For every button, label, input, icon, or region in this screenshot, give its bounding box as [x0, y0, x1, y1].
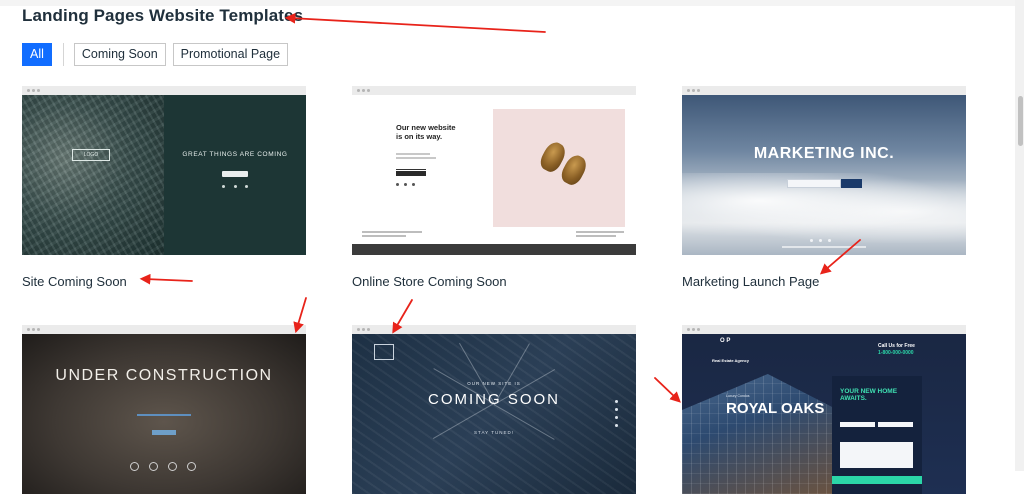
filter-chips: All Coming Soon Promotional Page — [22, 43, 289, 66]
preview-footer-right — [576, 231, 626, 239]
preview-footer-left — [362, 231, 432, 239]
template-thumbnail[interactable]: UNDER CONSTRUCTION — [22, 334, 306, 494]
template-thumbnail[interactable]: Our new website is on its way. — [352, 95, 636, 255]
browser-bar — [22, 86, 306, 95]
shoes-photo — [493, 109, 625, 227]
preview-heading: MARKETING INC. — [753, 145, 895, 162]
building-photo — [682, 374, 838, 494]
preview-social-icons — [222, 185, 248, 188]
card-title[interactable]: Online Store Coming Soon — [352, 274, 636, 289]
preview-heading: UNDER CONSTRUCTION — [55, 367, 273, 384]
preview-logo — [374, 344, 394, 360]
preview-button — [222, 171, 248, 177]
preview-footer-bar — [352, 244, 636, 255]
template-thumbnail[interactable]: LOGO GREAT THINGS ARE COMING — [22, 95, 306, 255]
preview-name-field — [840, 422, 875, 427]
scrollbar-thumb[interactable] — [1018, 96, 1023, 146]
preview-heading: COMING SOON — [427, 391, 560, 408]
right-panel: GREAT THINGS ARE COMING — [164, 95, 306, 255]
card-title[interactable]: Marketing Launch Page — [682, 274, 966, 289]
preview-phone: 1-800-000-0000 — [878, 350, 914, 356]
preview-submit-button — [832, 476, 922, 484]
browser-bar — [352, 86, 636, 95]
browser-bar — [352, 325, 636, 334]
preview-social-icons — [130, 462, 196, 471]
preview-button — [841, 179, 862, 188]
scrollbar-track[interactable] — [1015, 0, 1024, 471]
preview-social-icons — [615, 400, 618, 427]
preview-social-icons — [810, 239, 831, 242]
preview-form-heading: YOUR NEW HOME AWAITS. — [840, 388, 898, 402]
template-thumbnail[interactable]: OUR NEW SITE IS COMING SOON STAY TUNED! — [352, 334, 636, 494]
preview-subheading: OUR NEW SITE IS — [467, 381, 521, 386]
filter-all[interactable]: All — [22, 43, 52, 66]
preview-message-field — [840, 442, 913, 468]
template-thumbnail[interactable]: MARKETING INC. — [682, 95, 966, 255]
browser-bar — [682, 325, 966, 334]
template-thumbnail[interactable]: O P Real Estate Agency Call Us for Free … — [682, 334, 966, 494]
texture-photo — [22, 95, 164, 255]
card-title[interactable]: Site Coming Soon — [22, 274, 306, 289]
preview-agency-name: Real Estate Agency — [712, 358, 749, 363]
template-card-site-coming-soon[interactable]: LOGO GREAT THINGS ARE COMING Site Coming… — [22, 86, 306, 289]
template-card-real-estate[interactable]: O P Real Estate Agency Call Us for Free … — [682, 325, 966, 494]
preview-footer-line — [782, 246, 866, 248]
template-card-marketing-launch-page[interactable]: MARKETING INC. Marketing Launch Page — [682, 86, 966, 289]
arrow-icon — [654, 377, 681, 403]
preview-email-input — [787, 179, 841, 188]
filter-divider — [62, 43, 64, 66]
preview-call-label: Call Us for Free — [878, 343, 915, 349]
template-card-under-construction[interactable]: UNDER CONSTRUCTION — [22, 325, 306, 494]
logo-box: LOGO — [72, 149, 110, 161]
browser-bar — [682, 86, 966, 95]
filter-coming-soon[interactable]: Coming Soon — [73, 43, 166, 66]
preview-button — [152, 430, 176, 435]
preview-heading: Our new website is on its way. — [396, 123, 456, 141]
template-card-coming-soon[interactable]: OUR NEW SITE IS COMING SOON STAY TUNED! — [352, 325, 636, 494]
preview-heading: ROYAL OAKS — [726, 400, 825, 417]
browser-bar — [22, 325, 306, 334]
preview-social-icons — [396, 183, 415, 186]
preview-logo: O P — [720, 338, 731, 344]
preview-tagline: STAY TUNED! — [474, 430, 514, 435]
filter-promotional-page[interactable]: Promotional Page — [172, 43, 289, 66]
page-title: Landing Pages Website Templates — [22, 6, 304, 25]
preview-email-input — [396, 165, 426, 170]
preview-button — [396, 171, 426, 176]
template-card-online-store-coming-soon[interactable]: Our new website is on its way. Online St… — [352, 86, 636, 289]
arrow-icon — [293, 297, 307, 334]
preview-email-field — [878, 422, 913, 427]
preview-subheading: Luxury Condos — [726, 394, 750, 398]
preview-heading: GREAT THINGS ARE COMING — [182, 151, 288, 158]
arrow-icon — [284, 12, 546, 33]
preview-progress-bar — [137, 414, 191, 416]
